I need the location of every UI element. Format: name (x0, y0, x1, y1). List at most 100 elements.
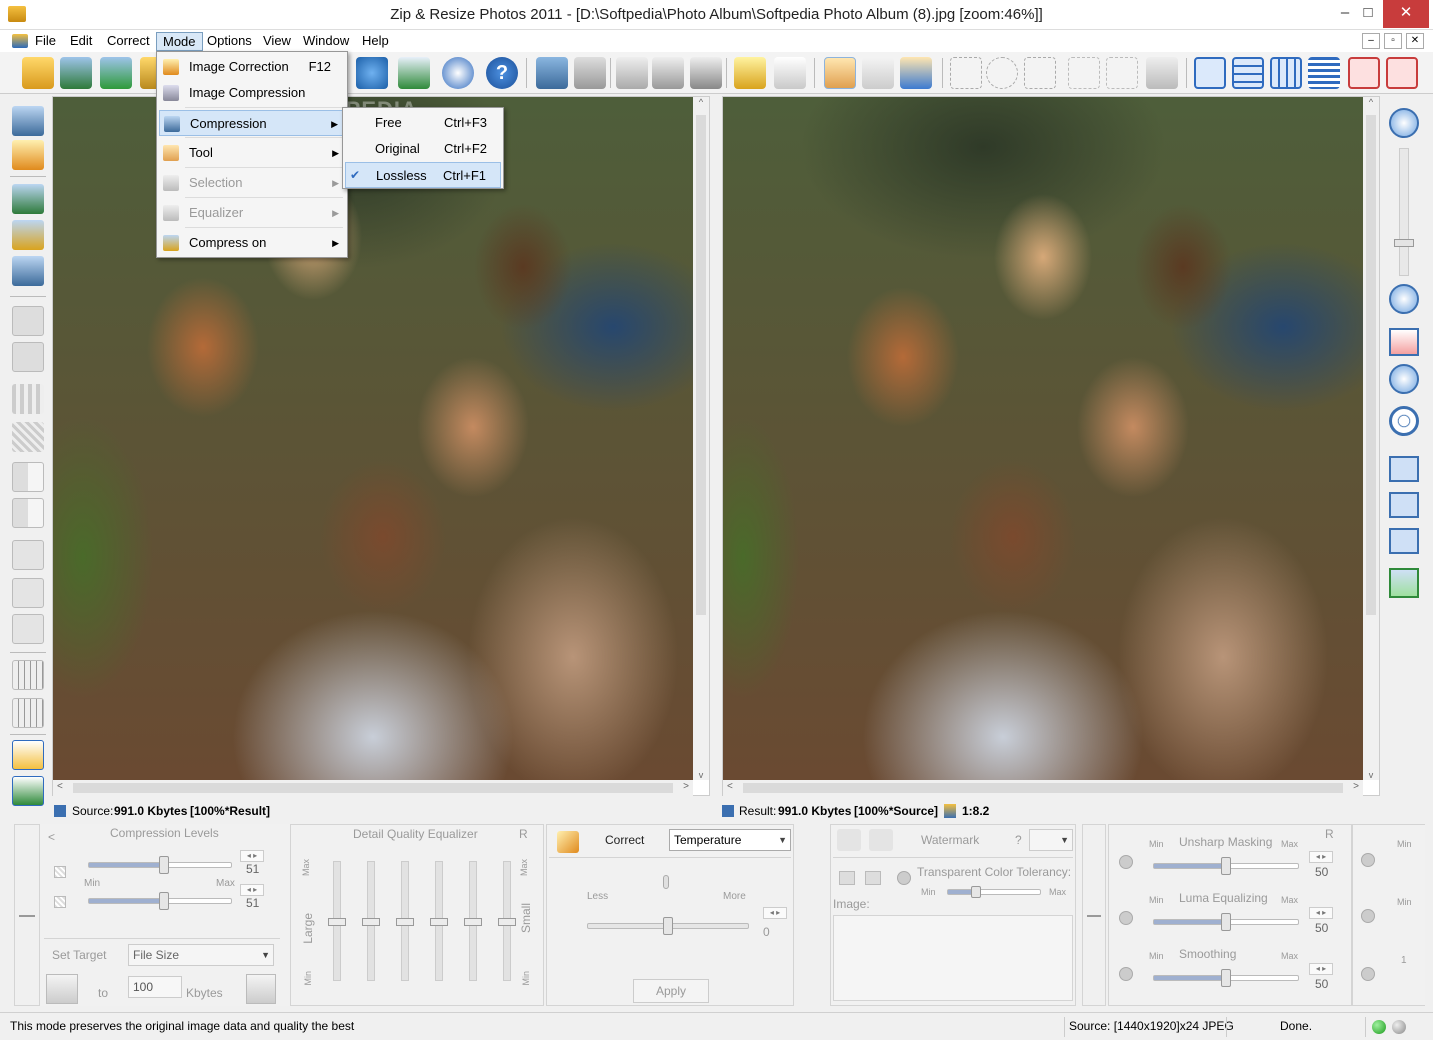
delete-all-selection-icon[interactable] (1106, 57, 1138, 89)
compression-level-top-slider[interactable] (88, 856, 232, 874)
filter-slider[interactable] (1153, 913, 1299, 931)
copy-icon[interactable] (12, 306, 44, 336)
grid-icon[interactable] (12, 384, 44, 414)
equalizer-band-slider[interactable] (498, 861, 516, 981)
layout-b-icon[interactable] (12, 578, 44, 608)
menu-file[interactable]: File (29, 32, 62, 51)
menu-mode[interactable]: Mode (156, 32, 203, 51)
image-view-icon[interactable] (536, 57, 568, 89)
tolerance-slider[interactable] (947, 886, 1041, 898)
paste-icon[interactable] (12, 342, 44, 372)
apply-button[interactable]: Apply (633, 979, 709, 1003)
zoom-in-icon[interactable] (1389, 108, 1419, 138)
filter-toggle[interactable] (1119, 911, 1133, 925)
pan-tool-icon[interactable] (900, 57, 932, 89)
top-spin-buttons[interactable]: ◂ ▸ (240, 850, 264, 862)
correct-spin-buttons[interactable]: ◂ ▸ (763, 907, 787, 919)
source-vertical-scrollbar[interactable]: ^ v (693, 97, 709, 780)
sync-views-icon[interactable] (1389, 568, 1419, 598)
result-vertical-scrollbar[interactable]: ^ v (1363, 97, 1379, 780)
zoom-slider[interactable] (1394, 148, 1414, 276)
zoom-out-icon[interactable] (1389, 284, 1419, 314)
view-result-icon[interactable] (1389, 528, 1419, 554)
tile-vertical-icon[interactable] (1270, 57, 1302, 89)
compression-submenu-free[interactable]: Free Ctrl+F3 (345, 110, 501, 136)
correct-type-select[interactable]: Temperature ▼ (669, 829, 791, 851)
mode-menu-item-image-correction[interactable]: Image Correction F12 (159, 54, 345, 80)
target-icon[interactable] (1389, 406, 1419, 436)
mode-menu-item-image-compression[interactable]: Image Compression (159, 80, 345, 106)
watermark-select[interactable]: ▼ (1029, 829, 1073, 851)
equalizer-band-slider[interactable] (430, 861, 448, 981)
child-close-button[interactable]: ✕ (1406, 33, 1424, 49)
child-minimize-button[interactable]: – (1362, 33, 1380, 49)
stamp-icon[interactable] (1146, 57, 1178, 89)
slider-thumb[interactable] (430, 918, 448, 926)
menu-view[interactable]: View (257, 32, 297, 51)
slider-thumb[interactable] (1221, 969, 1231, 987)
filter-toggle[interactable] (1119, 967, 1133, 981)
result-horizontal-scrollbar[interactable]: < > (723, 780, 1363, 796)
panel-collapse-left[interactable] (14, 824, 40, 1006)
target-check-icon[interactable] (46, 974, 78, 1004)
slider-thumb[interactable] (328, 918, 346, 926)
email-icon[interactable] (398, 57, 430, 89)
slider-thumb[interactable] (663, 917, 673, 935)
watermark-image-preview[interactable] (833, 915, 1073, 1001)
filter-spin-buttons[interactable]: ◂ ▸ (1309, 963, 1333, 975)
select-pointer-icon[interactable] (862, 57, 894, 89)
close-window-icon[interactable] (1348, 57, 1380, 89)
layout-c-icon[interactable] (12, 614, 44, 644)
equalizer-flash-alt-icon[interactable] (12, 776, 44, 806)
delete-selection-icon[interactable] (1068, 57, 1100, 89)
compression-submenu-original[interactable]: Original Ctrl+F2 (345, 136, 501, 162)
view-both-icon[interactable] (1389, 456, 1419, 482)
eye-icon[interactable] (690, 57, 722, 89)
target-value-field[interactable]: 100 (128, 976, 182, 998)
document-icon[interactable] (12, 34, 28, 48)
resize-icon[interactable] (652, 57, 684, 89)
menu-window[interactable]: Window (297, 32, 355, 51)
correct-amount-slider[interactable] (587, 917, 749, 935)
mode-menu-item-compression[interactable]: Compression ▶ (159, 110, 345, 136)
compression-level-bottom-slider[interactable] (88, 892, 232, 910)
note-edit-alt-icon[interactable] (774, 57, 806, 89)
layout-a-icon[interactable] (12, 540, 44, 570)
equalizer-band-slider[interactable] (396, 861, 414, 981)
slider-thumb[interactable] (1221, 913, 1231, 931)
open-image-icon[interactable] (839, 871, 855, 885)
rect-select-icon[interactable] (950, 57, 982, 89)
mode-menu-item-tool[interactable]: Tool ▶ (159, 140, 345, 166)
lock-image-icon[interactable] (12, 220, 44, 250)
process-icon[interactable] (100, 57, 132, 89)
info-icon[interactable] (442, 57, 474, 89)
compression-submenu-lossless[interactable]: ✔ Lossless Ctrl+F1 (345, 162, 501, 188)
menu-help[interactable]: Help (356, 32, 395, 51)
bottom-spin-buttons[interactable]: ◂ ▸ (240, 884, 264, 896)
equalizer-band-slider[interactable] (362, 861, 380, 981)
help-icon[interactable]: ? (486, 57, 518, 89)
close-button[interactable]: ✕ (1383, 0, 1429, 28)
crop-icon[interactable] (616, 57, 648, 89)
scroll-thumb[interactable] (73, 783, 673, 793)
slider-thumb[interactable] (159, 892, 170, 910)
batch-process-icon[interactable] (60, 57, 92, 89)
close-all-windows-icon[interactable] (1386, 57, 1418, 89)
web-icon[interactable] (356, 57, 388, 89)
extra-toggle-b[interactable] (1361, 909, 1375, 923)
split-view-icon[interactable] (12, 498, 44, 528)
extra-toggle-c[interactable] (1361, 967, 1375, 981)
collapse-arrow[interactable]: < (48, 830, 55, 844)
slider-thumb[interactable] (464, 918, 482, 926)
actual-size-icon[interactable] (1389, 364, 1419, 394)
remove-watermark-icon[interactable] (869, 829, 893, 851)
cascade-windows-icon[interactable] (1194, 57, 1226, 89)
equalizer-b-icon[interactable] (12, 698, 44, 728)
filter-spin-buttons[interactable]: ◂ ▸ (1309, 851, 1333, 863)
note-edit-icon[interactable] (734, 57, 766, 89)
equalizer-a-icon[interactable] (12, 660, 44, 690)
extra-toggle-a[interactable] (1361, 853, 1375, 867)
slider-thumb[interactable] (498, 918, 516, 926)
menu-edit[interactable]: Edit (64, 32, 98, 51)
filter-spin-buttons[interactable]: ◂ ▸ (1309, 907, 1333, 919)
